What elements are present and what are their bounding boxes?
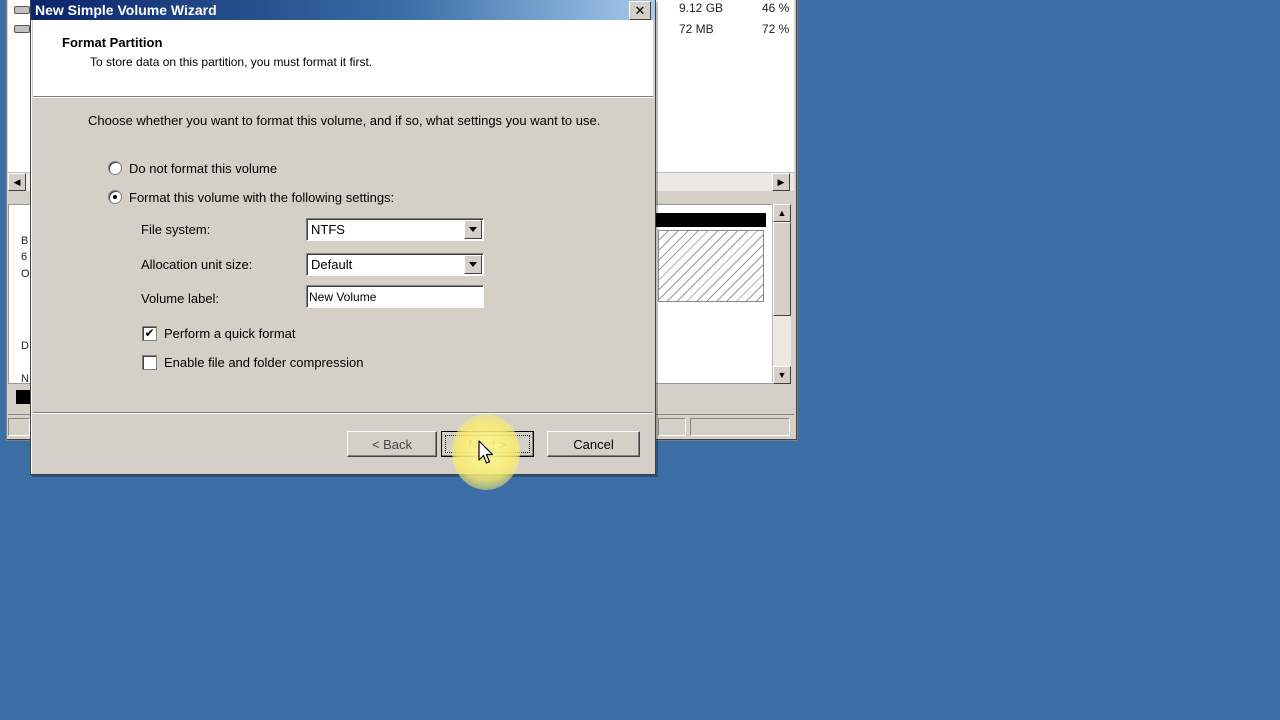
- legend-swatch: [16, 390, 30, 404]
- scroll-up-icon[interactable]: ▲: [773, 204, 791, 222]
- volume-header-bar: [656, 213, 766, 227]
- mouse-pointer-icon: [478, 440, 494, 464]
- scroll-down-icon[interactable]: ▼: [773, 366, 791, 384]
- disk-label: D: [21, 340, 29, 352]
- quick-format-label[interactable]: Perform a quick format: [164, 326, 296, 341]
- title-bar[interactable]: New Simple Volume Wizard ✕: [31, 0, 655, 20]
- disk-icon: [14, 25, 30, 33]
- allocation-unit-value: Default: [311, 257, 353, 272]
- disk-label: N: [21, 373, 29, 385]
- chevron-down-icon[interactable]: [464, 255, 482, 274]
- scroll-right-icon[interactable]: ▶: [772, 173, 790, 191]
- status-pane: [690, 418, 790, 436]
- status-pane: [8, 418, 30, 436]
- status-pane: [658, 418, 686, 436]
- page-subtitle: To store data on this partition, you mus…: [90, 55, 373, 69]
- footer-divider: [33, 412, 653, 414]
- file-system-value: NTFS: [311, 222, 345, 237]
- volume-label-field[interactable]: [306, 285, 484, 308]
- compression-label[interactable]: Enable file and folder compression: [164, 355, 363, 370]
- radio-do-not-format[interactable]: [108, 161, 122, 175]
- volume-percent: 72 %: [762, 22, 790, 36]
- instruction-text: Choose whether you want to format this v…: [88, 113, 601, 128]
- header-divider: [33, 97, 653, 98]
- radio-format-volume[interactable]: [108, 190, 122, 204]
- volume-label-input[interactable]: [309, 288, 477, 305]
- allocation-unit-label: Allocation unit size:: [141, 257, 253, 272]
- scroll-left-icon[interactable]: ◀: [8, 173, 26, 191]
- compression-checkbox[interactable]: [142, 355, 157, 370]
- wizard-header: Format Partition To store data on this p…: [33, 20, 653, 97]
- file-system-label: File system:: [141, 222, 211, 237]
- window-title: New Simple Volume Wizard: [35, 2, 217, 18]
- allocation-unit-select[interactable]: Default: [306, 253, 484, 276]
- file-system-select[interactable]: NTFS: [306, 218, 484, 241]
- quick-format-checkbox[interactable]: ✔: [142, 326, 157, 341]
- chevron-down-icon[interactable]: [464, 220, 482, 239]
- scrollbar-thumb[interactable]: [773, 222, 791, 316]
- unallocated-region[interactable]: [658, 230, 764, 302]
- close-icon[interactable]: ✕: [629, 1, 651, 20]
- volume-percent: 46 %: [762, 1, 790, 15]
- disk-icon: [14, 6, 30, 14]
- volume-label-label: Volume label:: [141, 291, 220, 306]
- back-button[interactable]: < Back: [347, 431, 437, 457]
- disk-label: B: [21, 235, 29, 247]
- radio-selected-dot: [113, 195, 117, 199]
- volume-size: 72 MB: [679, 22, 714, 36]
- radio-do-not-format-label[interactable]: Do not format this volume: [129, 161, 277, 176]
- page-title: Format Partition: [62, 35, 163, 50]
- disk-label: O: [21, 268, 30, 280]
- disk-label: 6: [21, 251, 28, 263]
- cancel-button[interactable]: Cancel: [547, 431, 640, 457]
- volume-size: 9.12 GB: [679, 1, 724, 15]
- new-simple-volume-wizard: New Simple Volume Wizard ✕ Format Partit…: [30, 0, 656, 475]
- radio-format-volume-label[interactable]: Format this volume with the following se…: [129, 190, 394, 205]
